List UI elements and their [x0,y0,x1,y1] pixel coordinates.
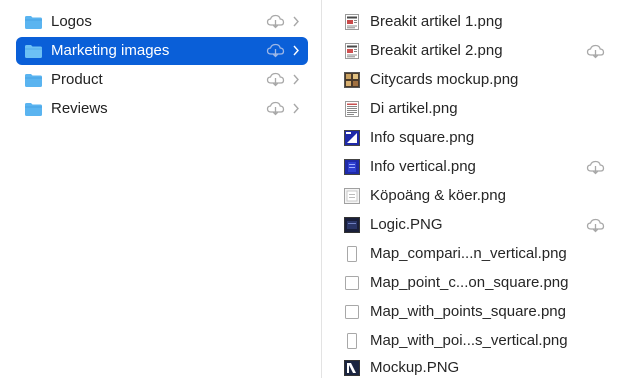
cloud-download-icon[interactable] [586,160,605,175]
file-row[interactable]: Map_with_points_square.png [322,298,632,326]
chevron-right-icon [293,45,299,56]
document-thumbnail-icon [345,14,359,30]
file-name: Köpoäng & köer.png [370,187,506,204]
file-row[interactable]: Mockup.PNG [322,354,632,378]
cloud-download-icon[interactable] [266,14,285,29]
file-row[interactable]: Info vertical.png [322,153,632,181]
folder-row-product[interactable]: Product [16,66,308,94]
blank-page-thumbnail-icon [345,305,359,319]
file-name: Info square.png [370,129,475,146]
file-row[interactable]: Köpoäng & köer.png [322,182,632,210]
file-row[interactable]: Logic.PNG [322,211,632,239]
file-name: Breakit artikel 2.png [370,42,503,59]
chevron-right-icon [293,74,299,85]
folder-label: Product [51,71,103,88]
file-column: Breakit artikel 1.png Breakit artikel 2.… [322,0,632,378]
file-name: Map_compari...n_vertical.png [370,245,567,262]
folder-label: Marketing images [51,42,170,59]
file-name: Logic.PNG [370,216,443,233]
file-name: Info vertical.png [370,158,476,175]
chevron-right-icon [293,103,299,114]
folder-label: Logos [51,13,92,30]
cloud-download-icon[interactable] [266,101,285,116]
file-row[interactable]: Breakit artikel 2.png [322,37,632,65]
chevron-right-icon [293,16,299,27]
blank-page-thumbnail-icon [347,246,357,262]
document-thumbnail-icon [345,101,359,117]
blue-image-thumbnail-icon [344,159,360,175]
file-name: Map_point_c...on_square.png [370,274,569,291]
blue-image-thumbnail-icon [344,130,360,146]
photo-thumbnail-icon [344,72,360,88]
folder-row-reviews[interactable]: Reviews [16,95,308,123]
file-name: Di artikel.png [370,100,458,117]
file-row[interactable]: Info square.png [322,124,632,152]
folder-icon [25,103,42,116]
file-name: Citycards mockup.png [370,71,519,88]
blank-page-thumbnail-icon [345,276,359,290]
cloud-download-icon[interactable] [586,44,605,59]
folder-icon [25,74,42,87]
light-image-thumbnail-icon [344,188,360,204]
cloud-download-icon[interactable] [266,43,285,58]
file-row[interactable]: Breakit artikel 1.png [322,8,632,36]
blank-page-thumbnail-icon [347,333,357,349]
cloud-download-icon[interactable] [586,218,605,233]
folder-row-logos[interactable]: Logos [16,8,308,36]
file-name: Map_with_points_square.png [370,303,566,320]
folder-column: Logos Marketing images Product Reviews [0,0,321,378]
file-row[interactable]: Di artikel.png [322,95,632,123]
cloud-download-icon[interactable] [266,72,285,87]
folder-icon [25,45,42,58]
file-name: Map_with_poi...s_vertical.png [370,332,568,349]
dark-image-thumbnail-icon [344,217,360,233]
folder-label: Reviews [51,100,108,117]
file-row[interactable]: Map_point_c...on_square.png [322,269,632,297]
mockup-thumbnail-icon [344,360,360,376]
folder-row-marketing-images[interactable]: Marketing images [16,37,308,65]
file-row[interactable]: Map_with_poi...s_vertical.png [322,327,632,355]
file-row[interactable]: Map_compari...n_vertical.png [322,240,632,268]
file-name: Mockup.PNG [370,359,460,376]
file-row[interactable]: Citycards mockup.png [322,66,632,94]
folder-icon [25,16,42,29]
document-thumbnail-icon [345,43,359,59]
file-name: Breakit artikel 1.png [370,13,503,30]
